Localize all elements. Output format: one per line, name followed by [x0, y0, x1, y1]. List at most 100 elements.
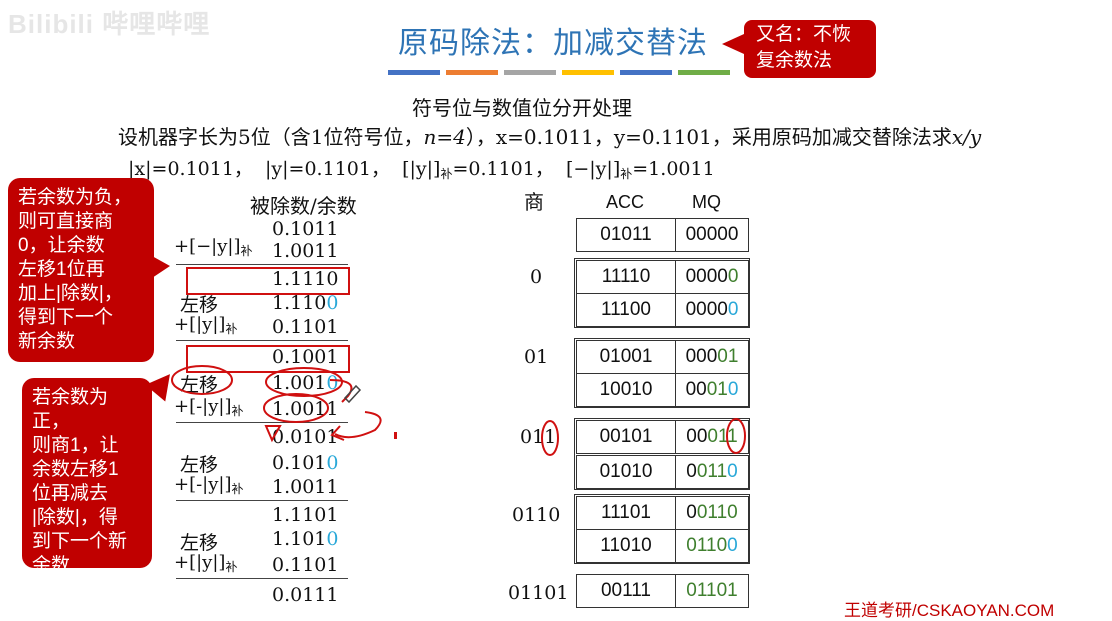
- header-dividend: 被除数/余数: [250, 194, 357, 218]
- mq-cell: 00001: [675, 340, 749, 374]
- value-row: 1.0011: [272, 476, 339, 498]
- problem-n: n=4: [423, 125, 466, 149]
- value-main: 1.101: [272, 528, 327, 550]
- annotation-arrowhead: [264, 425, 282, 443]
- divider: [176, 264, 348, 265]
- abs-y: |y|=0.1101，: [265, 158, 390, 180]
- sub-label: 补: [225, 322, 238, 336]
- bar-segment: [620, 70, 672, 75]
- problem-target: x/y: [951, 125, 982, 149]
- divider: [176, 500, 348, 501]
- pen-cursor-icon: [343, 384, 362, 404]
- callout-line: 则商1，让: [32, 435, 119, 456]
- abs-y-comp-val: =0.1101，: [452, 158, 554, 180]
- op-text: +[-|y|]: [174, 474, 232, 495]
- mq-shift-bit: 0: [727, 379, 739, 400]
- acc-cell: 11101: [576, 496, 676, 530]
- problem-prefix: 设机器字长为5位（含1位符号位，: [118, 125, 424, 149]
- sub-label: 补: [225, 560, 238, 574]
- annotation-circle: [263, 393, 329, 423]
- mq-quotient-bits: 0110: [696, 502, 738, 523]
- annotation-circle: [265, 367, 343, 397]
- footer-brand: 王道考研/CSKAOYAN.COM: [844, 601, 1055, 620]
- callout-line: 余数左移1: [32, 459, 119, 480]
- abs-x: |x|=0.1011，: [128, 158, 253, 180]
- mq-cell: 00010: [675, 373, 749, 407]
- op-text: +[|y|]: [174, 314, 226, 335]
- op-shift: 左移: [180, 532, 219, 554]
- op-add-neg-y: +[−|y|]补: [174, 236, 253, 259]
- mq-bits: 00: [685, 379, 707, 400]
- mq-quotient-bits: 011: [696, 461, 728, 482]
- quotient-value: 01101: [508, 582, 569, 604]
- mq-circle-annotation: [726, 418, 746, 454]
- header-acc: ACC: [606, 192, 645, 212]
- abs-y-comp: [|y|]: [402, 158, 441, 180]
- callout-line: 左移1位再: [18, 259, 105, 280]
- bar-segment: [504, 70, 556, 75]
- value-shift-bit: 0: [326, 292, 339, 314]
- quotient-value: 0110: [512, 504, 561, 526]
- abs-neg-y-comp-val: =1.0011: [632, 158, 715, 180]
- acc-cell: 01010: [576, 455, 676, 489]
- slide-title: 原码除法：加减交替法: [398, 27, 708, 60]
- divider: [176, 578, 348, 579]
- quotient-value: 01: [524, 346, 549, 368]
- acc-cell: 01011: [576, 218, 676, 252]
- mq-quotient-bits: 0110: [686, 535, 728, 556]
- mq-bits: 0: [686, 461, 697, 482]
- acc-cell: 01001: [576, 340, 676, 374]
- bar-segment: [678, 70, 730, 75]
- acc-cell: 11100: [576, 293, 676, 327]
- value-row: 1.1101: [272, 504, 339, 526]
- value-row: 0.1101: [272, 554, 339, 576]
- op-shift: 左移: [180, 294, 219, 316]
- mq-bits: 000: [685, 346, 718, 367]
- callout-line: 0，让余数: [18, 235, 105, 256]
- callout-pointer: [152, 256, 170, 278]
- value-row: 0.0111: [272, 584, 339, 606]
- callout-line: 余数: [32, 555, 71, 576]
- mq-cell: 01100: [675, 529, 749, 563]
- callout-line: 新余数: [18, 331, 76, 352]
- mq-cell: 00110: [675, 496, 749, 530]
- op-add-pos-y: +[|y|]补: [174, 314, 237, 337]
- absolute-values-line: |x|=0.1011， |y|=0.1101， [|y|]补=0.1101， […: [128, 154, 715, 182]
- op-add-neg-y: +[-|y|]补: [174, 474, 244, 497]
- callout-alias-line: 又名：不恢: [756, 24, 852, 45]
- value-row: 1.1110: [272, 268, 339, 290]
- problem-middle: ），x=0.1011，y=0.1101，采用原码加减交替除法求: [465, 125, 952, 149]
- abs-neg-y-comp: [−|y|]: [565, 158, 621, 180]
- acc-cell: 11110: [576, 260, 676, 294]
- mq-bits: 0000: [685, 266, 728, 287]
- sub-label: 补: [231, 482, 244, 496]
- annotation-circle: [171, 365, 233, 395]
- bar-segment: [388, 70, 440, 75]
- mq-cell: 01101: [675, 574, 749, 608]
- sub-label: 补: [240, 244, 253, 258]
- callout-positive-remainder: 若余数为正， 则商1，让 余数左移1 位再减去 |除数|，得 到下一个新 余数: [22, 378, 152, 576]
- callout-line: 则可直接商: [18, 211, 114, 232]
- callout-line: 若余数为负，: [18, 187, 133, 208]
- header-quotient: 商: [524, 190, 544, 214]
- header-mq: MQ: [692, 192, 721, 212]
- op-text: +[|y|]: [174, 552, 226, 573]
- title-color-bar: [388, 70, 730, 75]
- sub-label: 补: [440, 167, 453, 181]
- value-row: 1.0011: [272, 240, 339, 262]
- mq-cell: 00000: [675, 260, 749, 294]
- callout-alias-line: 复余数法: [756, 50, 833, 71]
- divider: [176, 340, 348, 341]
- mq-bits: 0: [686, 502, 697, 523]
- mq-bits: 0000: [685, 299, 728, 320]
- acc-cell: 00111: [576, 574, 676, 608]
- mq-quotient-bits: 01: [717, 346, 739, 367]
- mq-quotient-bits: 01: [706, 379, 728, 400]
- value-main: 1.110: [272, 292, 327, 314]
- quotient-value: 0: [530, 266, 543, 288]
- callout-line: 加上|除数|，: [18, 283, 123, 304]
- acc-cell: 10010: [576, 373, 676, 407]
- value-row: 0.1011: [272, 218, 339, 240]
- mq-cell: 00110: [675, 455, 749, 489]
- value-row: 1.1010: [272, 528, 339, 550]
